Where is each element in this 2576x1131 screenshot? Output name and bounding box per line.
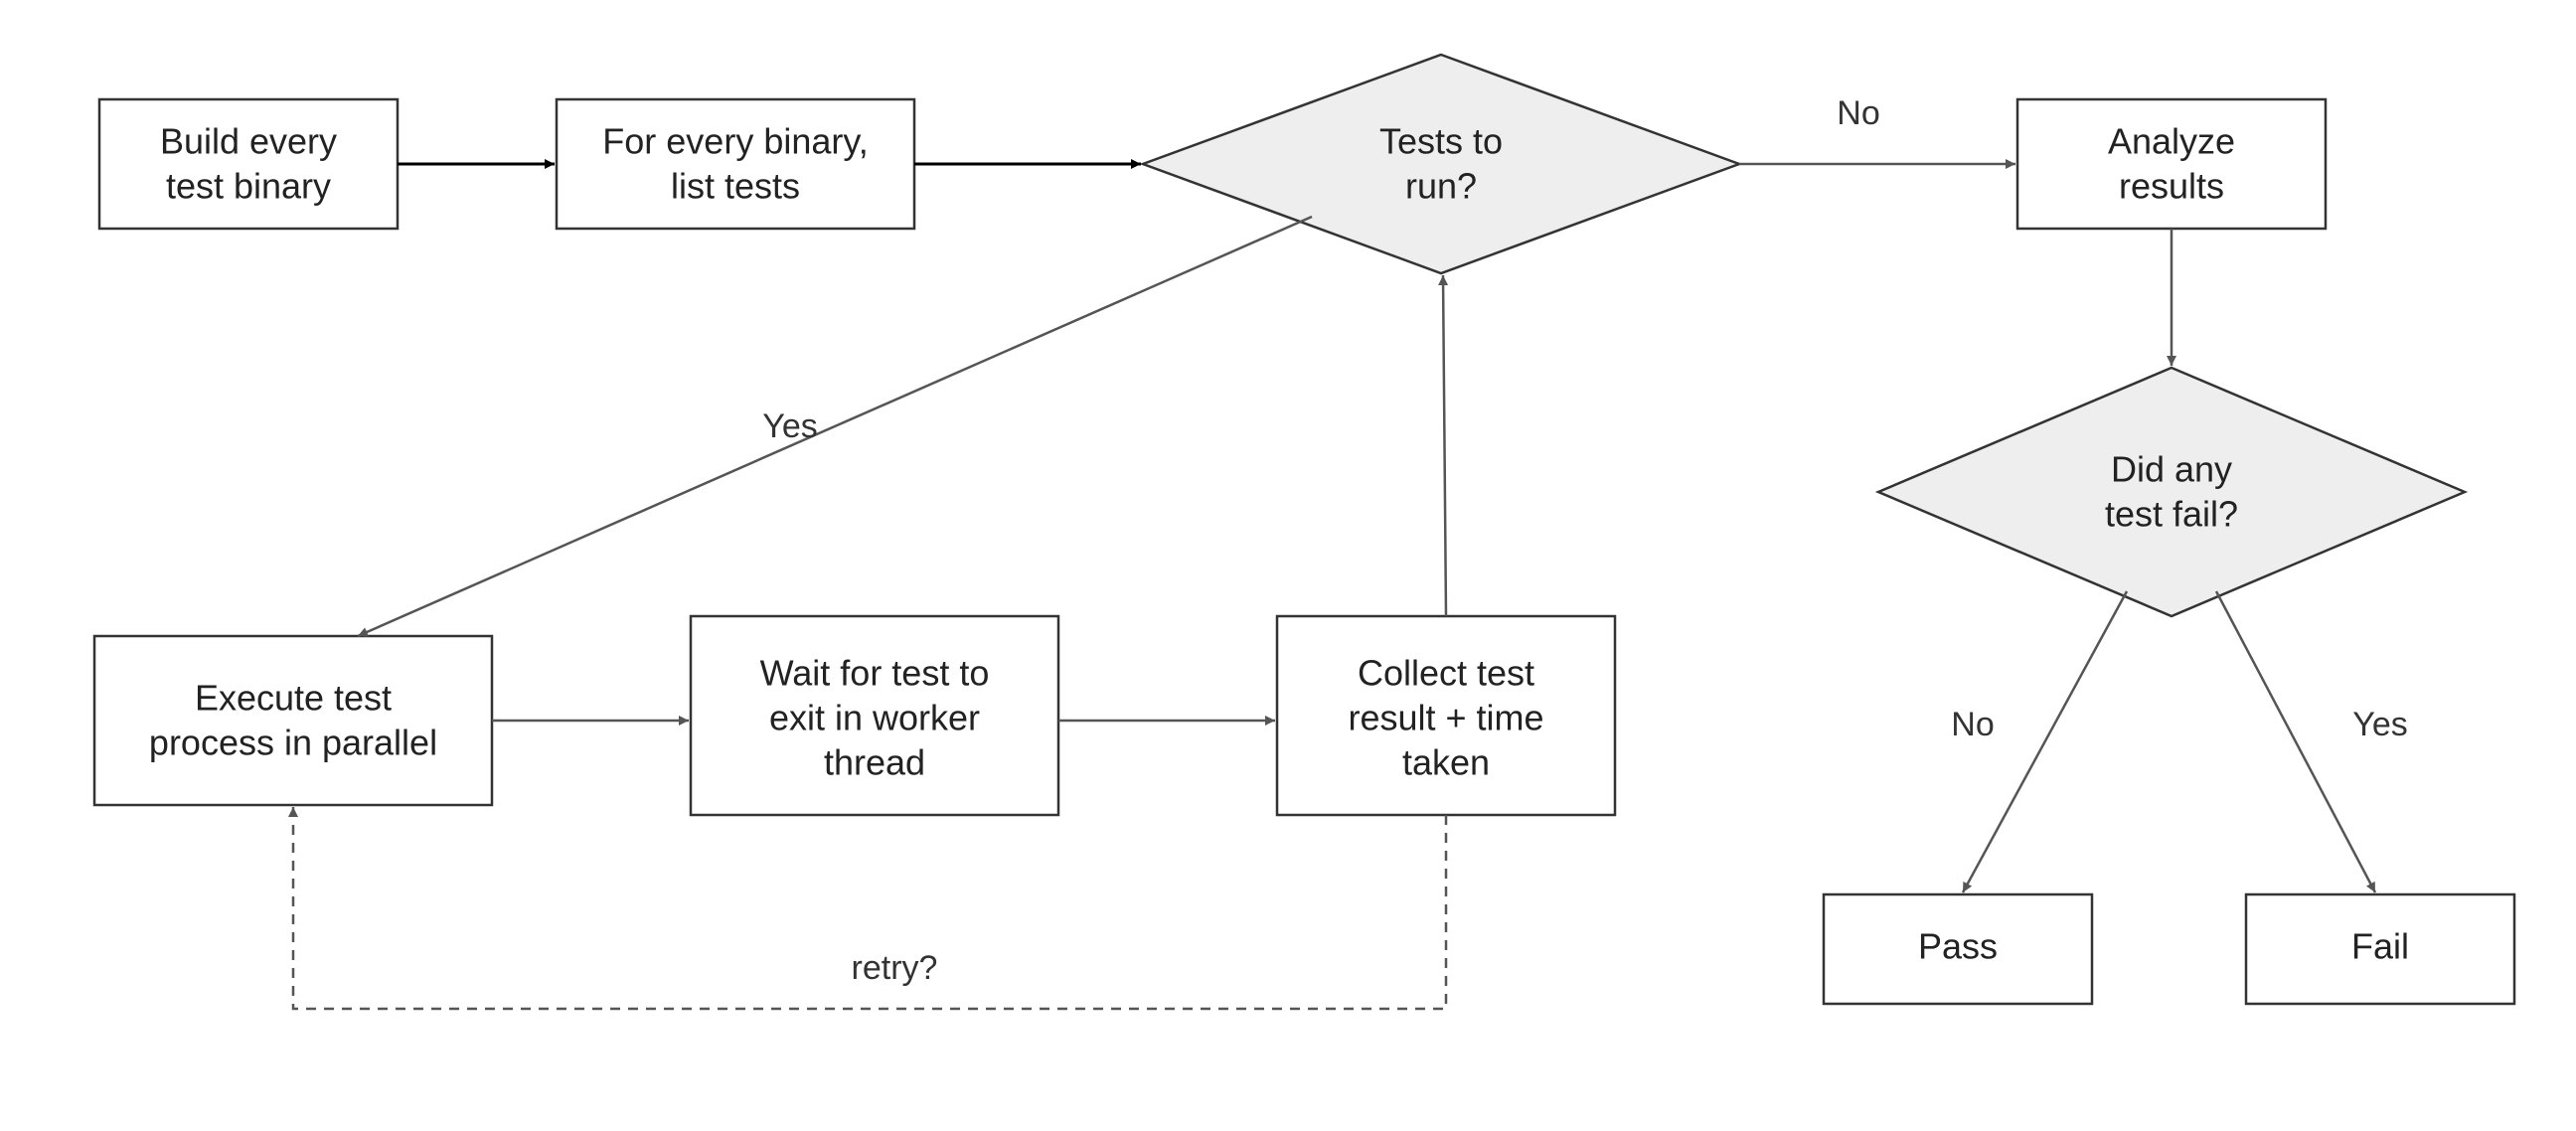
node-wait-l1: Wait for test to: [760, 653, 990, 694]
edge-label-yes-1: Yes: [762, 407, 817, 445]
edge-label-yes-2: Yes: [2352, 706, 2407, 743]
node-wait-l3: thread: [824, 742, 925, 783]
node-analyze-l2: results: [2119, 166, 2224, 207]
node-tests-q-l2: run?: [1405, 166, 1477, 207]
node-build: Build every test binary: [99, 99, 398, 229]
node-did-any-fail: Did any test fail?: [1878, 368, 2465, 616]
node-list: For every binary, list tests: [557, 99, 914, 229]
node-analyze-l1: Analyze: [2108, 121, 2235, 162]
node-collect: Collect test result + time taken: [1277, 616, 1615, 815]
edge-collect-testsq: [1443, 275, 1446, 616]
node-pass-l1: Pass: [1918, 926, 1998, 967]
edge-failq-fail: [2216, 591, 2375, 892]
node-list-l1: For every binary,: [602, 121, 868, 162]
edge-label-retry: retry?: [852, 949, 938, 987]
node-pass: Pass: [1824, 894, 2092, 1004]
node-execute-l1: Execute test: [195, 678, 392, 719]
node-failq-l2: test fail?: [2105, 494, 2238, 535]
node-execute: Execute test process in parallel: [94, 636, 492, 805]
node-collect-l1: Collect test: [1358, 653, 1534, 694]
node-fail: Fail: [2246, 894, 2514, 1004]
node-execute-l2: process in parallel: [149, 723, 437, 763]
node-tests-to-run: Tests to run?: [1143, 55, 1739, 273]
node-fail-l1: Fail: [2351, 926, 2409, 967]
node-tests-q-l1: Tests to: [1379, 121, 1503, 162]
node-failq-l1: Did any: [2111, 449, 2232, 490]
edge-label-no-1: No: [1837, 94, 1879, 132]
node-build-l2: test binary: [166, 166, 331, 207]
edge-testsq-execute: [358, 217, 1312, 636]
node-analyze: Analyze results: [2017, 99, 2326, 229]
node-collect-l3: taken: [1402, 742, 1490, 783]
edge-label-no-2: No: [1951, 706, 1994, 743]
node-wait: Wait for test to exit in worker thread: [691, 616, 1058, 815]
node-collect-l2: result + time: [1348, 698, 1543, 738]
node-list-l2: list tests: [671, 166, 800, 207]
flowchart: Build every test binary For every binary…: [0, 0, 2576, 1131]
node-build-l1: Build every: [160, 121, 337, 162]
node-wait-l2: exit in worker: [769, 698, 980, 738]
